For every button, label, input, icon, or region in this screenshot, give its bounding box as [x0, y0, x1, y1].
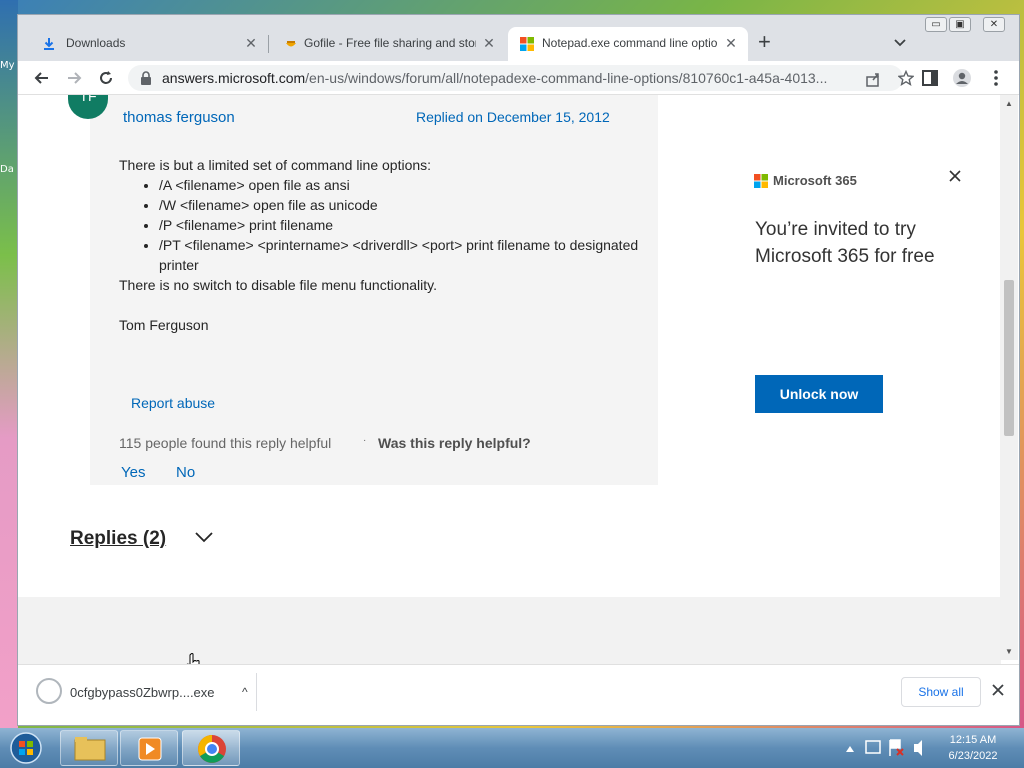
- download-item[interactable]: 0cfgbypass0Zbwrp....exe ^: [34, 677, 254, 707]
- explorer-taskbar-button[interactable]: [60, 730, 118, 766]
- signature: Tom Ferguson: [119, 317, 209, 333]
- scrollbar-thumb[interactable]: [1004, 280, 1014, 436]
- forward-arrow-icon[interactable]: [64, 68, 84, 88]
- tab-bar: Downloads ✕ Gofile - Free file sharing a…: [18, 15, 1019, 61]
- gofile-favicon-icon: [286, 41, 296, 47]
- avatar: TF: [68, 95, 108, 119]
- url-host: answers.microsoft.com: [162, 70, 306, 86]
- close-window-button[interactable]: ✕: [983, 17, 1005, 32]
- tray-icons: [846, 739, 922, 756]
- helpful-separator: ·: [363, 435, 367, 446]
- lock-icon[interactable]: [140, 71, 152, 85]
- reply-body: There is but a limited set of command li…: [119, 155, 639, 335]
- folder-icon: [74, 737, 106, 761]
- tab-title: Notepad.exe command line optio: [542, 36, 718, 50]
- clock[interactable]: 12:15 AM 6/23/2022: [928, 732, 1018, 764]
- side-panel-icon[interactable]: [920, 68, 940, 88]
- chrome-icon: [198, 735, 226, 763]
- browser-toolbar: answers.microsoft.com/en-us/windows/foru…: [18, 61, 1019, 95]
- error-badge-icon: [896, 748, 904, 756]
- page-scrollbar[interactable]: ▲ ▼: [1000, 95, 1018, 660]
- clock-time: 12:15 AM: [949, 734, 997, 746]
- media-player-icon: [138, 737, 162, 761]
- tab-title: Downloads: [66, 36, 126, 50]
- no-button[interactable]: No: [176, 464, 195, 481]
- maximize-button[interactable]: ▣: [949, 17, 971, 32]
- address-bar[interactable]: answers.microsoft.com/en-us/windows/foru…: [128, 65, 914, 91]
- desktop-strip: My Da: [0, 0, 18, 730]
- reply-outro: There is no switch to disable file menu …: [119, 277, 438, 293]
- bookmark-star-icon[interactable]: [898, 70, 914, 86]
- ad-title: You’re invited to try Microsoft 365 for …: [755, 219, 935, 267]
- list-item: /PT <filename> <printername> <driverdll>…: [159, 235, 639, 275]
- chrome-taskbar-button[interactable]: [182, 730, 240, 766]
- report-abuse-link[interactable]: Report abuse: [131, 395, 215, 411]
- list-item: /A <filename> open file as ansi: [159, 175, 639, 195]
- show-all-button[interactable]: Show all: [901, 677, 981, 707]
- yes-button[interactable]: Yes: [121, 464, 145, 481]
- replied-date: Replied on December 15, 2012: [416, 109, 610, 125]
- desktop-icon-label[interactable]: My: [0, 60, 15, 71]
- tab-close-button[interactable]: ✕: [242, 34, 260, 52]
- reload-icon[interactable]: [96, 68, 116, 88]
- microsoft-logo-icon: [754, 174, 768, 188]
- helpful-count: 115 people found this reply helpful: [119, 435, 332, 451]
- reply-intro: There is but a limited set of command li…: [119, 157, 432, 173]
- download-icon: [44, 38, 54, 50]
- tab-search-chevron-icon[interactable]: [892, 34, 908, 50]
- tab-close-button[interactable]: ✕: [480, 34, 498, 52]
- share-icon[interactable]: [865, 71, 881, 87]
- list-item: /W <filename> open file as unicode: [159, 195, 639, 215]
- author-link[interactable]: thomas ferguson: [123, 109, 235, 126]
- desktop-icon-label[interactable]: Da: [0, 164, 14, 175]
- list-item: /P <filename> print filename: [159, 215, 639, 235]
- tab-separator: [268, 35, 269, 53]
- download-file-name: 0cfgbypass0Zbwrp....exe: [70, 685, 215, 700]
- close-icon[interactable]: [991, 683, 1005, 697]
- menu-kebab-icon[interactable]: [986, 68, 1006, 88]
- helpful-question: Was this reply helpful?: [378, 435, 531, 451]
- url-path: /en-us/windows/forum/all/notepadexe-comm…: [305, 70, 828, 86]
- tab-downloads[interactable]: Downloads ✕: [20, 27, 268, 61]
- minimize-button[interactable]: ▭: [925, 17, 947, 32]
- window-controls: ▭ ▣ ✕: [925, 17, 1005, 33]
- file-icon: [36, 678, 62, 704]
- new-tab-button[interactable]: +: [758, 31, 771, 53]
- media-player-taskbar-button[interactable]: [120, 730, 178, 766]
- ad-brand: Microsoft 365: [773, 173, 857, 188]
- start-button-icon[interactable]: [4, 730, 48, 766]
- download-separator: [256, 673, 257, 711]
- profile-avatar-icon[interactable]: [952, 68, 972, 88]
- download-bar: 0cfgbypass0Zbwrp....exe ^ Show all: [18, 664, 1019, 724]
- tab-close-button[interactable]: ✕: [722, 34, 740, 52]
- chevron-down-icon[interactable]: [194, 530, 214, 544]
- tab-title: Gofile - Free file sharing and stor: [304, 36, 476, 50]
- scroll-up-arrow-icon[interactable]: ▲: [1005, 99, 1013, 108]
- tab-gofile[interactable]: Gofile - Free file sharing and stor ✕: [270, 27, 506, 61]
- replies-toggle[interactable]: Replies (2): [70, 528, 166, 550]
- tab-notepad-article[interactable]: Notepad.exe command line optio ✕: [508, 27, 748, 61]
- scroll-down-arrow-icon[interactable]: ▼: [1005, 647, 1013, 656]
- download-options-chevron[interactable]: ^: [242, 685, 248, 699]
- microsoft-favicon-icon: [520, 37, 534, 51]
- reply-card: TF thomas ferguson Replied on December 1…: [68, 95, 658, 485]
- unlock-now-button[interactable]: Unlock now: [755, 375, 883, 413]
- url-text[interactable]: answers.microsoft.com/en-us/windows/foru…: [162, 70, 842, 86]
- close-icon[interactable]: [948, 169, 962, 183]
- back-arrow-icon[interactable]: [32, 68, 52, 88]
- network-icon: [865, 740, 881, 754]
- volume-icon: [914, 740, 922, 756]
- options-list: /A <filename> open file as ansi /W <file…: [159, 175, 639, 275]
- taskbar: 12:15 AM 6/23/2022: [0, 728, 1024, 768]
- page-content: TF thomas ferguson Replied on December 1…: [18, 95, 1001, 685]
- system-tray: [842, 728, 926, 768]
- show-hidden-icons-icon: [846, 746, 854, 752]
- clock-date: 6/23/2022: [948, 750, 998, 762]
